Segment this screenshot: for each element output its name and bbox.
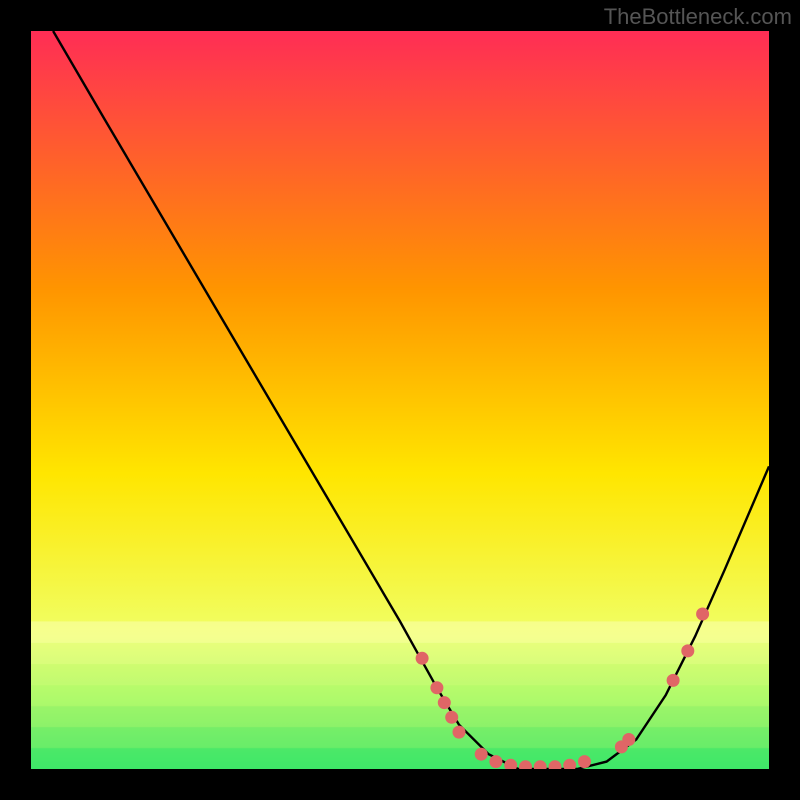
plot-area [31,31,769,769]
data-point [416,652,429,665]
data-point [622,733,635,746]
data-point [667,674,680,687]
gradient-band [31,748,769,769]
data-point [430,681,443,694]
plot-svg [31,31,769,769]
data-point [453,726,466,739]
data-point [438,696,451,709]
watermark-text: TheBottleneck.com [604,4,792,30]
data-point [475,748,488,761]
data-point [681,644,694,657]
data-point [445,711,458,724]
gradient-band [31,685,769,707]
data-point [489,755,502,768]
gradient-band [31,727,769,749]
bottom-bands [31,621,769,769]
gradient-band [31,621,769,643]
gradient-band [31,643,769,665]
gradient-band [31,664,769,686]
gradient-band [31,706,769,728]
data-point [696,608,709,621]
data-point [578,755,591,768]
chart-container: TheBottleneck.com [0,0,800,800]
